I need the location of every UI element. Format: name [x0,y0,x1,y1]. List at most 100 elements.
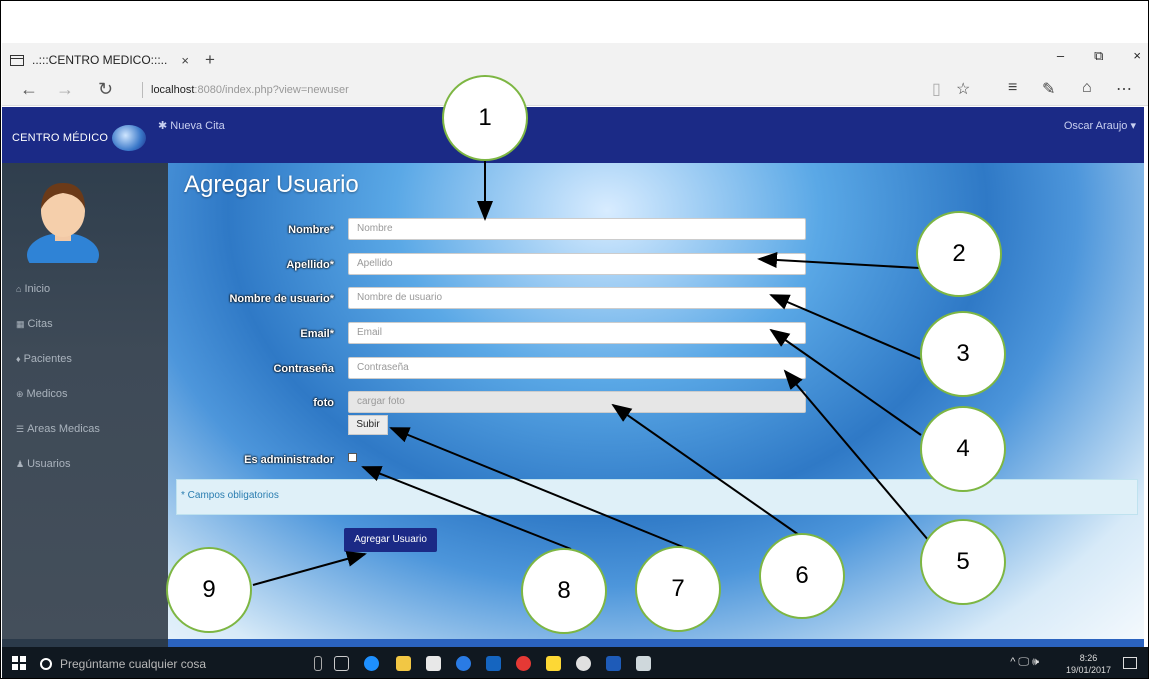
callout-5: 5 [920,519,1006,605]
tab-title: ..:::CENTRO MEDICO:::.. [32,53,168,67]
brand[interactable]: CENTRO MÉDICO [12,125,147,151]
store-icon[interactable] [426,656,441,671]
admin-label: Es administrador [244,454,334,466]
sidebar-item-usuarios[interactable]: ♟ Usuarios [16,458,70,470]
photo-label: foto [313,397,334,409]
outlook-icon[interactable] [486,656,501,671]
hub-icon[interactable]: ≡ [1008,79,1017,97]
new-tab-icon[interactable]: + [205,50,215,70]
windows-start-icon[interactable] [12,656,26,670]
apellido-input[interactable]: Apellido [348,253,806,275]
system-tray-icons[interactable]: ^ 🖵 🕪 [1010,656,1039,669]
email-input[interactable]: Email [348,322,806,344]
sticky-notes-icon[interactable] [546,656,561,671]
calendar-icon: ▦ [16,318,25,329]
forward-icon[interactable]: → [56,79,74,100]
required-fields-note: * Campos obligatorios [181,490,279,501]
sidebar-item-label: Medicos [26,388,68,400]
callout-7: 7 [635,546,721,632]
password-label: Contraseña [273,363,334,375]
sidebar-item-inicio[interactable]: ⌂ Inicio [16,283,50,295]
share-icon[interactable]: ⌂ [1082,79,1092,97]
cortana-search[interactable]: Pregúntame cualquier cosa [40,652,290,676]
site-navbar: CENTRO MÉDICO ✱ Nueva Cita Oscar Araujo … [2,107,1144,163]
callout-8: 8 [521,548,607,634]
clock[interactable]: 8:26 19/01/2017 [1066,652,1111,676]
notes-icon[interactable]: ✎ [1042,79,1055,99]
app-icon-2[interactable] [636,656,651,671]
reading-view-icon[interactable]: ▯ [932,79,941,99]
edge-icon[interactable] [364,656,379,671]
screenshot: ..:::CENTRO MEDICO:::.. × + – ⧉ × ← → ↻ … [0,0,1149,679]
page-bottom-strip [2,639,1144,647]
favorite-icon[interactable]: ☆ [956,79,970,99]
word-icon[interactable] [606,656,621,671]
browser-tab[interactable]: ..:::CENTRO MEDICO:::.. × + [10,49,215,71]
sidebar-item-label: Pacientes [23,353,72,365]
notifications-icon[interactable] [1123,657,1137,669]
password-input[interactable]: Contraseña [348,357,806,379]
username-label: Nombre de usuario* [229,293,334,305]
internet-explorer-icon[interactable] [456,656,471,671]
url-field[interactable]: localhost:8080/index.php?view=newuser [142,82,349,98]
back-icon[interactable]: ← [20,79,38,100]
home-icon: ⌂ [16,284,22,294]
sidebar-item-areas-medicas[interactable]: ☰ Areas Medicas [16,423,100,435]
required-fields-alert: * Campos obligatorios [176,479,1138,515]
medic-icon: ⊕ [16,388,24,399]
sidebar-item-label: Inicio [24,283,51,295]
url-host: localhost [151,84,195,96]
chrome-icon[interactable] [516,656,531,671]
list-icon: ☰ [16,423,25,434]
sidebar-item-citas[interactable]: ▦ Citas [16,318,53,330]
sidebar-item-pacientes[interactable]: ♦ Pacientes [16,353,72,365]
callout-9: 9 [166,547,252,633]
nombre-input[interactable]: Nombre [348,218,806,240]
upload-button[interactable]: Subir [348,415,388,435]
tab-close-icon[interactable]: × [181,53,189,68]
email-label: Email* [300,328,334,340]
sidebar-item-label: Usuarios [27,458,71,470]
browser-tab-bar: ..:::CENTRO MEDICO:::.. × + – ⧉ × [2,43,1148,75]
callout-6: 6 [759,533,845,619]
sidebar-item-medicos[interactable]: ⊕ Medicos [16,388,68,400]
callout-3: 3 [920,311,1006,397]
photo-field[interactable]: cargar foto [348,391,806,413]
sidebar-item-label: Areas Medicas [27,423,100,435]
avatar [27,183,99,263]
sidebar: ⌂ Inicio ▦ Citas ♦ Pacientes ⊕ Medicos ☰… [2,163,168,639]
refresh-icon[interactable]: ↻ [98,79,113,100]
window-controls: – ⧉ × [1057,48,1141,64]
windows-taskbar: Pregúntame cualquier cosa ^ 🖵 🕪 8:26 19/… [2,647,1148,678]
username-input[interactable]: Nombre de usuario [348,287,806,309]
file-explorer-icon[interactable] [396,656,411,671]
more-icon[interactable]: ⋯ [1116,79,1132,99]
callout-2: 2 [916,211,1002,297]
clock-time: 8:26 [1079,653,1098,663]
url-path: :8080/index.php?view=newuser [194,84,349,96]
browser-address-bar: ← → ↻ localhost:8080/index.php?view=newu… [2,75,1148,106]
microphone-icon[interactable] [314,656,322,671]
close-window-icon[interactable]: × [1133,48,1141,64]
tab-page-icon [10,54,24,66]
brand-name: CENTRO MÉDICO [12,132,109,144]
new-appointment-link[interactable]: ✱ Nueva Cita [158,119,225,132]
users-icon: ♟ [16,458,25,469]
cortana-icon [40,658,52,670]
nombre-label: Nombre* [288,224,334,236]
minimize-icon[interactable]: – [1057,48,1064,64]
app-icon[interactable] [576,656,591,671]
restore-icon[interactable]: ⧉ [1094,48,1103,64]
brand-logo-icon [112,125,147,151]
user-menu[interactable]: Oscar Araujo ▾ [1064,119,1136,132]
page-title: Agregar Usuario [184,171,359,198]
add-user-button[interactable]: Agregar Usuario [344,528,437,552]
admin-checkbox[interactable] [348,453,357,462]
sidebar-item-label: Citas [27,318,53,330]
task-view-icon[interactable] [334,656,349,671]
search-placeholder: Pregúntame cualquier cosa [60,657,207,671]
person-icon: ♦ [16,354,21,364]
clock-date: 19/01/2017 [1065,665,1111,675]
apellido-label: Apellido* [286,259,334,271]
callout-1: 1 [442,75,528,161]
